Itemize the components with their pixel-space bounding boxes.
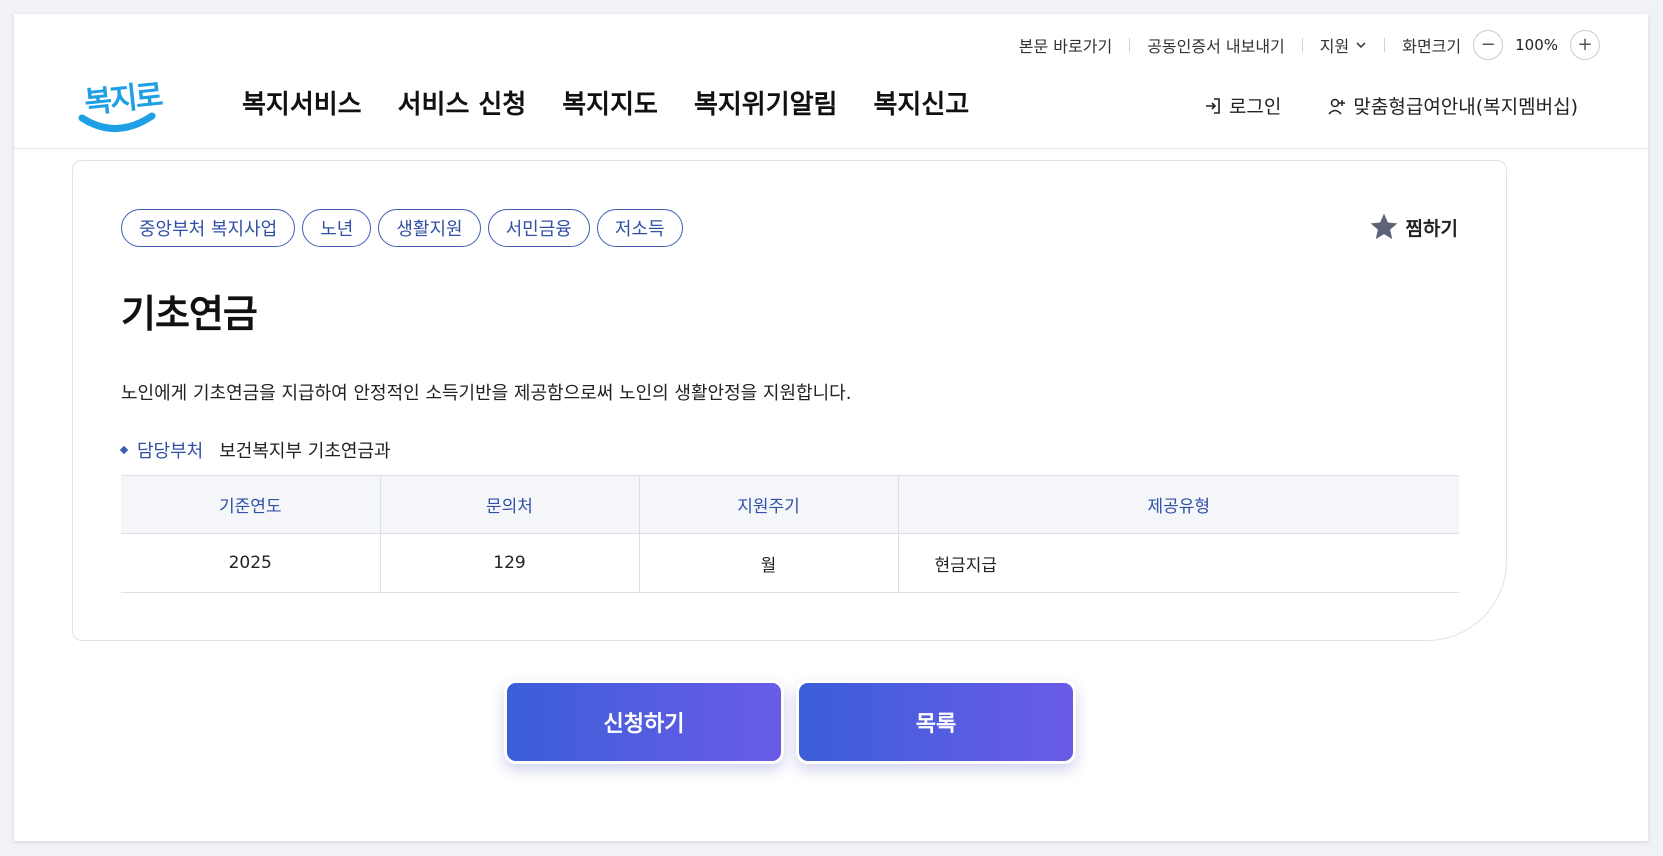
- login-link[interactable]: 로그인: [1203, 92, 1281, 119]
- star-icon: [1370, 213, 1397, 239]
- department-value: 보건복지부 기초연금과: [219, 441, 391, 462]
- membership-link[interactable]: 맞춤형급여안내(복지멤버십): [1327, 92, 1578, 119]
- column-header: 기준연도: [121, 475, 380, 534]
- tag-chip[interactable]: 저소득: [596, 209, 683, 247]
- plus-icon: +: [1577, 34, 1593, 55]
- zoom-in-button[interactable]: +: [1570, 30, 1600, 60]
- header-actions: 로그인 맞춤형급여안내(복지멤버십): [1203, 92, 1578, 119]
- nav-item-welfare-map[interactable]: 복지지도: [562, 84, 658, 121]
- divider: [1129, 38, 1131, 52]
- table-header-row: 기준연도 문의처 지원주기 제공유형: [121, 475, 1459, 534]
- department-label: 담당부처: [137, 441, 204, 462]
- support-dropdown[interactable]: 지원: [1320, 33, 1367, 57]
- column-header: 문의처: [379, 475, 639, 534]
- base-year-cell: 2025: [121, 533, 380, 593]
- nav-item-service-apply[interactable]: 서비스 신청: [398, 84, 527, 121]
- tag-chip[interactable]: 생활지원: [378, 209, 481, 247]
- tag-chip[interactable]: 노년: [302, 209, 372, 247]
- apply-button[interactable]: 신청하기: [504, 680, 784, 764]
- nav-item-welfare-report[interactable]: 복지신고: [873, 84, 969, 121]
- action-buttons: 신청하기 목록: [504, 680, 1076, 764]
- minus-icon: −: [1480, 34, 1496, 55]
- utility-bar: 본문 바로가기 공동인증서 내보내기 지원 화면크기 − 100% +: [1019, 30, 1600, 60]
- contact-cell: 129: [379, 533, 639, 593]
- department-row: 담당부처 보건복지부 기초연금과: [119, 437, 391, 463]
- divider: [1384, 38, 1386, 52]
- nav-item-welfare-services[interactable]: 복지서비스: [242, 84, 362, 121]
- zoom-out-button[interactable]: −: [1473, 30, 1504, 60]
- zoom-value: 100%: [1515, 36, 1558, 54]
- tag-chip[interactable]: 중앙부처 복지사업: [121, 209, 296, 247]
- support-cycle-cell: 월: [638, 533, 898, 593]
- logo-smile-icon: [78, 112, 156, 132]
- tag-chip[interactable]: 서민금융: [487, 209, 590, 247]
- chevron-down-icon: [1356, 42, 1366, 49]
- main-nav: 복지서비스 서비스 신청 복지지도 복지위기알림 복지신고: [242, 84, 1005, 121]
- site-logo[interactable]: 복지로: [76, 60, 166, 140]
- page-title: 기초연금: [121, 292, 258, 336]
- bookmark-button[interactable]: 찜하기: [1368, 211, 1458, 243]
- membership-label: 맞춤형급여안내(복지멤버십): [1353, 96, 1578, 118]
- zoom-label: 화면크기: [1402, 37, 1462, 56]
- column-header: 제공유형: [897, 475, 1459, 534]
- login-label: 로그인: [1228, 96, 1282, 118]
- support-label: 지원: [1319, 37, 1350, 56]
- login-icon: [1205, 97, 1220, 114]
- cert-export-link[interactable]: 공동인증서 내보내기: [1147, 33, 1285, 57]
- skip-to-content-link[interactable]: 본문 바로가기: [1019, 33, 1112, 57]
- table-row: 2025 129 월 현금지급: [121, 533, 1459, 593]
- service-info-table: 기준연도 문의처 지원주기 제공유형 2025 129 월 현금지급: [121, 475, 1459, 593]
- tag-list: 중앙부처 복지사업 노년 생활지원 서민금융 저소득: [121, 209, 683, 247]
- header-divider: [14, 148, 1648, 149]
- nav-item-crisis-alert[interactable]: 복지위기알림: [694, 84, 838, 121]
- column-header: 지원주기: [638, 475, 898, 534]
- bullet-icon: [119, 445, 129, 455]
- provision-type-cell: 현금지급: [897, 533, 1459, 593]
- bookmark-label: 찜하기: [1405, 217, 1458, 240]
- service-detail-card: 중앙부처 복지사업 노년 생활지원 서민금융 저소득 찜하기 기초연금 노인에게…: [72, 160, 1507, 641]
- page-frame: 본문 바로가기 공동인증서 내보내기 지원 화면크기 − 100% + 복지로 …: [14, 14, 1648, 841]
- user-add-icon: [1328, 98, 1346, 115]
- divider: [1301, 38, 1303, 52]
- list-button[interactable]: 목록: [796, 680, 1076, 764]
- service-description: 노인에게 기초연금을 지급하여 안정적인 소득기반을 제공함으로써 노인의 생활…: [121, 383, 852, 404]
